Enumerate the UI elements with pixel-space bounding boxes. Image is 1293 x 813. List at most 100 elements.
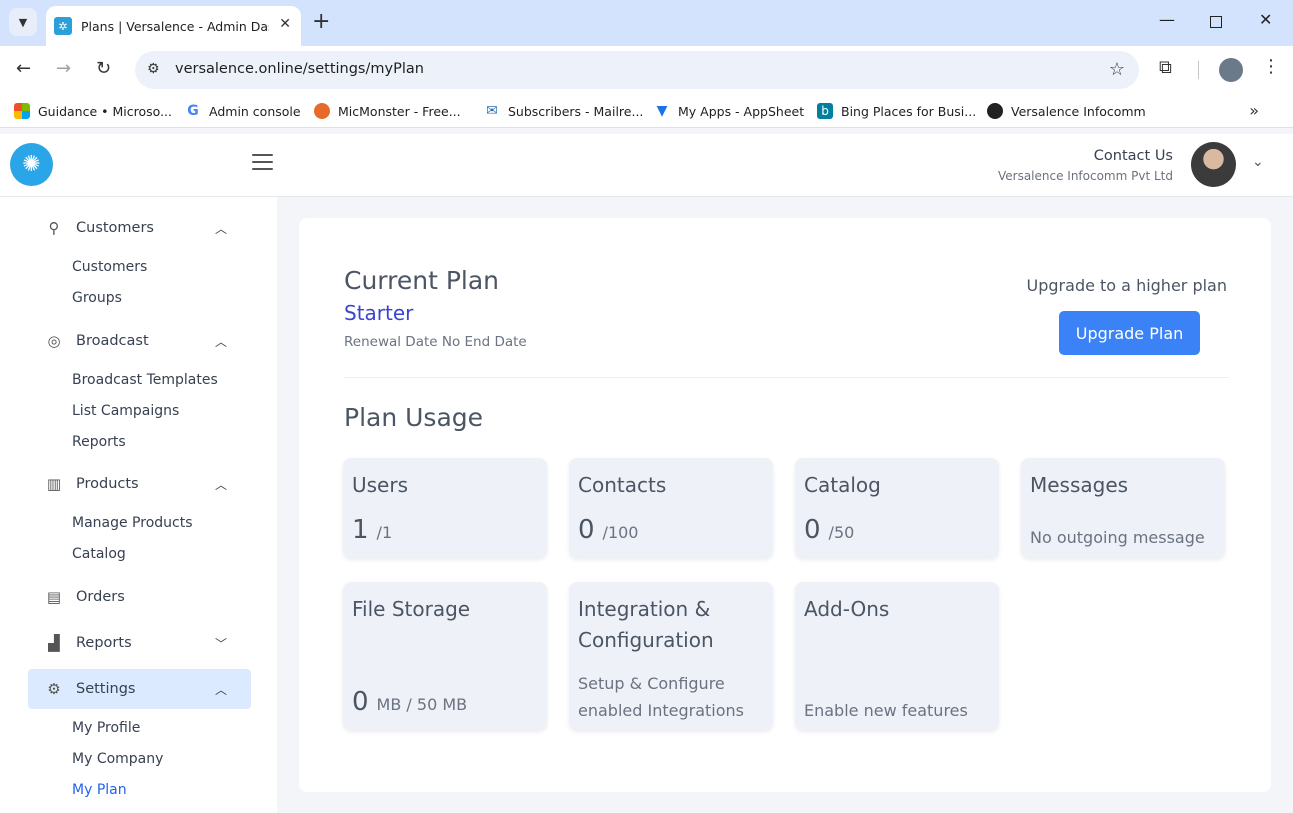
tile-text-line: enabled Integrations <box>578 701 744 720</box>
bing-icon: b <box>817 103 833 119</box>
tile-count: 0 <box>804 515 821 545</box>
sidebar-item-customers[interactable]: Customers <box>72 259 147 275</box>
tile-value: 1 /1 <box>352 515 392 545</box>
broadcast-icon: ◎ <box>47 332 61 350</box>
browser-profile-avatar[interactable] <box>1219 58 1243 82</box>
current-plan-heading: Current Plan <box>344 266 500 295</box>
forward-button[interactable]: → <box>56 58 71 79</box>
bookmark-item[interactable]: ✉ Subscribers - Mailre... <box>484 103 643 119</box>
versalence-logo[interactable]: ✺ <box>10 143 53 186</box>
bookmark-star-icon[interactable]: ☆ <box>1109 59 1125 80</box>
products-icon: ▥ <box>46 475 62 493</box>
sidebar-item-manage-products[interactable]: Manage Products <box>72 515 193 531</box>
close-window-button[interactable]: ✕ <box>1259 10 1272 29</box>
sidebar-item-my-company[interactable]: My Company <box>72 751 163 767</box>
address-bar[interactable]: ⚙ versalence.online/settings/myPlan ☆ <box>135 51 1139 89</box>
browser-toolbar: ← → ↻ ⚙ versalence.online/settings/myPla… <box>0 46 1293 94</box>
sidebar-group-label: Reports <box>76 635 132 651</box>
chevron-up-icon: ︿ <box>214 477 227 492</box>
bookmark-item[interactable]: Guidance • Microso... <box>14 103 172 119</box>
github-icon <box>987 103 1003 119</box>
chevron-up-icon: ︿ <box>214 682 227 697</box>
tile-count: 0 <box>578 515 595 545</box>
sidebar-group-reports[interactable]: ▟ Reports ﹀ <box>28 623 251 663</box>
url-text[interactable]: versalence.online/settings/myPlan <box>175 61 424 77</box>
usage-tile-users: Users 1 /1 <box>343 458 547 558</box>
tile-text: No outgoing message <box>1030 528 1205 547</box>
new-tab-button[interactable]: + <box>312 9 330 35</box>
maximize-window-button[interactable] <box>1210 16 1222 28</box>
more-bookmarks-icon[interactable]: » <box>1249 101 1259 120</box>
bookmark-label: Subscribers - Mailre... <box>508 103 644 119</box>
bookmark-item[interactable]: Versalence Infocomm <box>987 103 1146 119</box>
sidebar-group-orders[interactable]: ▤ Orders <box>28 577 251 617</box>
tile-limit: MB / 50 MB <box>376 695 468 714</box>
back-button[interactable]: ← <box>16 58 31 79</box>
usage-tile-catalog: Catalog 0 /50 <box>795 458 999 558</box>
sidebar-group-broadcast[interactable]: ◎ Broadcast ︿ <box>28 321 251 361</box>
renewal-date: Renewal Date No End Date <box>344 334 527 350</box>
sidebar-group-label: Customers <box>76 220 154 236</box>
appsheet-icon: ▼ <box>656 103 668 119</box>
sidebar-group-products[interactable]: ▥ Products ︿ <box>28 464 251 504</box>
tile-text-line: Setup & Configure <box>578 674 725 693</box>
sidebar-item-catalog[interactable]: Catalog <box>72 546 126 562</box>
user-avatar[interactable] <box>1191 142 1236 187</box>
contact-us-link[interactable]: Contact Us <box>1094 148 1173 164</box>
bookmark-label: Bing Places for Busi... <box>841 103 977 119</box>
usage-tile-messages: Messages No outgoing message <box>1021 458 1225 558</box>
company-name: Versalence Infocomm Pvt Ltd <box>997 169 1173 183</box>
bookmark-label: Admin console <box>209 103 301 119</box>
reports-icon: ▟ <box>48 634 60 652</box>
hamburger-menu-icon[interactable] <box>252 154 273 175</box>
sidebar-item-broadcast-reports[interactable]: Reports <box>72 434 126 450</box>
usage-tile-integration[interactable]: Integration & Configuration Setup & Conf… <box>569 582 773 730</box>
chevron-down-icon[interactable]: ⌄ <box>1252 154 1264 170</box>
gear-icon: ⚙ <box>47 680 61 698</box>
google-icon: G <box>187 103 199 119</box>
bookmark-item[interactable]: G Admin console <box>185 103 301 119</box>
bookmark-label: Versalence Infocomm <box>1011 103 1146 119</box>
tile-value: 0 MB / 50 MB <box>352 687 467 717</box>
tile-limit: /100 <box>602 523 639 542</box>
extensions-icon[interactable]: ⧉ <box>1159 57 1172 78</box>
tile-title: Contacts <box>578 473 667 497</box>
minimize-window-button[interactable]: — <box>1159 10 1175 29</box>
browser-menu-icon[interactable]: ⋮ <box>1262 56 1280 77</box>
sidebar-group-customers[interactable]: ⚲ Customers ︿ <box>28 208 251 248</box>
tile-value: 0 /50 <box>804 515 854 545</box>
upgrade-plan-button[interactable]: Upgrade Plan <box>1059 311 1200 355</box>
tab-title: Plans | Versalence - Admin Dashboard <box>81 18 269 34</box>
bookmark-item[interactable]: b Bing Places for Busi... <box>817 103 976 119</box>
tab-search-button[interactable]: ▼ <box>9 8 37 36</box>
chevron-down-icon: ﹀ <box>214 636 227 651</box>
plan-usage-heading: Plan Usage <box>344 403 484 432</box>
sidebar-item-my-profile[interactable]: My Profile <box>72 720 140 736</box>
sidebar-group-settings[interactable]: ⚙ Settings ︿ <box>28 669 251 709</box>
orders-icon: ▤ <box>46 588 62 606</box>
usage-tile-add-ons[interactable]: Add-Ons Enable new features <box>795 582 999 730</box>
usage-tile-contacts: Contacts 0 /100 <box>569 458 773 558</box>
bookmark-item[interactable]: MicMonster - Free... <box>314 103 461 119</box>
tile-title: File Storage <box>352 597 471 621</box>
tile-count: 1 <box>352 515 369 545</box>
bookmark-label: My Apps - AppSheet <box>678 103 805 119</box>
sidebar-item-list-campaigns[interactable]: List Campaigns <box>72 403 179 419</box>
site-info-icon[interactable]: ⚙ <box>147 61 160 77</box>
close-tab-icon[interactable]: ✕ <box>279 16 291 32</box>
tile-title: Messages <box>1030 473 1129 497</box>
tile-limit: /50 <box>828 523 855 542</box>
versalence-favicon-icon: ✲ <box>54 17 72 35</box>
sidebar-item-my-plan[interactable]: My Plan <box>72 782 127 798</box>
sidebar-item-groups[interactable]: Groups <box>72 290 122 306</box>
chevron-up-icon: ︿ <box>214 221 227 236</box>
toolbar-divider <box>1198 61 1199 79</box>
tile-limit: /1 <box>376 523 393 542</box>
tile-value: 0 /100 <box>578 515 638 545</box>
sidebar-item-broadcast-templates[interactable]: Broadcast Templates <box>72 372 218 388</box>
bookmark-label: MicMonster - Free... <box>338 103 461 119</box>
bookmark-item[interactable]: ▼ My Apps - AppSheet <box>654 103 805 119</box>
reload-button[interactable]: ↻ <box>96 58 111 79</box>
browser-tab[interactable]: ✲ Plans | Versalence - Admin Dashboard ✕ <box>46 6 301 46</box>
sidebar: ⚲ Customers ︿ Customers Groups ◎ Broadca… <box>0 197 277 813</box>
